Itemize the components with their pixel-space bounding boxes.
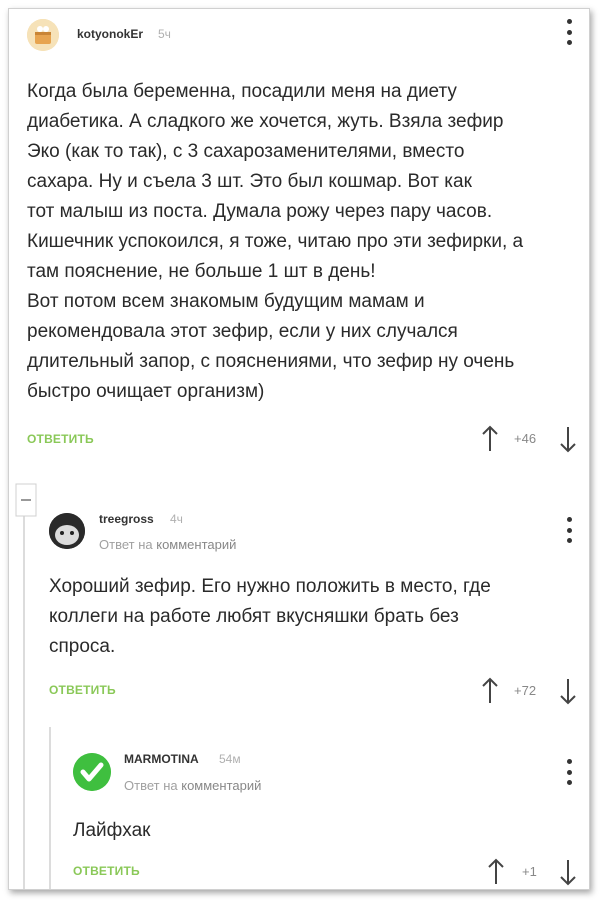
avatar[interactable] (27, 19, 59, 51)
reply-button[interactable]: ОТВЕТИТЬ (73, 864, 140, 878)
arrow-down-icon[interactable] (559, 677, 577, 705)
comment-kotyonokEr: kotyonokEr 5ч Когда была беременна, поса… (9, 9, 589, 459)
rating: +46 (514, 431, 537, 446)
reply-to: Ответ на комментарий (124, 778, 261, 793)
arrow-down-icon[interactable] (559, 858, 577, 886)
arrow-down-icon[interactable] (559, 425, 577, 453)
arrow-up-icon[interactable] (487, 858, 505, 886)
photo-avatar-icon (49, 513, 85, 549)
comment-marmotina: MARMOTINA 54м Ответ на комментарий Лайфх… (9, 721, 589, 889)
arrow-up-icon[interactable] (481, 425, 499, 453)
cat-avatar-icon (27, 19, 59, 51)
rating: +1 (522, 864, 537, 879)
username[interactable]: kotyonokEr (77, 27, 143, 41)
comment-text: Хороший зефир. Его нужно положить в мест… (49, 576, 491, 657)
reply-to-prefix: Ответ на (99, 537, 153, 552)
reply-to-link[interactable]: комментарий (181, 778, 261, 793)
more-icon[interactable] (564, 517, 574, 543)
arrow-up-icon[interactable] (481, 677, 499, 705)
comment-text: Когда была беременна, посадили меня на д… (27, 81, 524, 402)
more-icon[interactable] (564, 759, 574, 785)
comments-thread: kotyonokEr 5ч Когда была беременна, поса… (8, 8, 590, 890)
timestamp: 5ч (158, 27, 171, 41)
reply-to-link[interactable]: комментарий (156, 537, 236, 552)
avatar[interactable] (73, 753, 111, 791)
timestamp: 54м (219, 752, 241, 766)
comment-treegross: treegross 4ч Ответ на комментарий Хороши… (9, 479, 589, 709)
comment-text: Лайфхак (73, 820, 151, 841)
reply-button[interactable]: ОТВЕТИТЬ (27, 432, 94, 446)
rating: +72 (514, 683, 537, 698)
reply-to-prefix: Ответ на (124, 778, 178, 793)
more-icon[interactable] (564, 19, 574, 45)
username[interactable]: treegross (99, 512, 154, 526)
avatar[interactable] (49, 513, 85, 549)
username[interactable]: MARMOTINA (124, 752, 199, 766)
timestamp: 4ч (170, 512, 183, 526)
check-avatar-icon (73, 753, 111, 791)
reply-to: Ответ на комментарий (99, 537, 236, 552)
reply-button[interactable]: ОТВЕТИТЬ (49, 683, 116, 697)
